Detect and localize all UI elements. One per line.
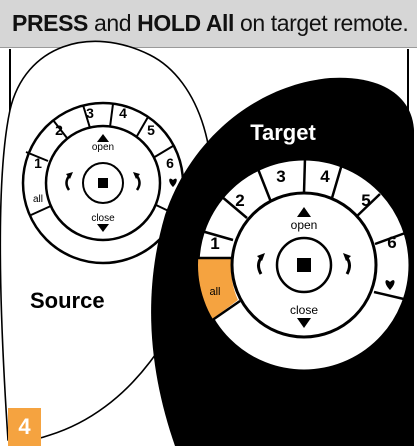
remote-illustration: 1 2 3 4 5 6 all open close Source Target — [0, 40, 414, 446]
target-key-open[interactable]: open — [291, 218, 318, 232]
target-wheel: 1 2 3 4 5 6 all open close — [196, 157, 412, 373]
source-label: Source — [30, 288, 105, 313]
source-key-all[interactable]: all — [33, 194, 43, 205]
source-key-5[interactable]: 5 — [147, 122, 155, 138]
target-key-all[interactable]: all — [209, 286, 220, 298]
target-key-2[interactable]: 2 — [235, 191, 244, 210]
source-key-3[interactable]: 3 — [86, 105, 94, 121]
source-key-1[interactable]: 1 — [34, 155, 42, 171]
source-key-4[interactable]: 4 — [119, 105, 127, 121]
instruction-panel: PRESS and HOLD All on target remote. 1 2… — [0, 0, 417, 446]
target-key-close[interactable]: close — [290, 303, 318, 317]
target-key-5[interactable]: 5 — [361, 191, 370, 210]
target-label: Target — [250, 120, 316, 145]
source-key-6[interactable]: 6 — [166, 155, 174, 171]
source-key-open[interactable]: open — [92, 142, 114, 153]
step-number-badge: 4 — [8, 408, 41, 446]
source-key-2[interactable]: 2 — [55, 122, 63, 138]
source-stop-icon — [98, 178, 108, 188]
target-stop-icon — [297, 258, 311, 272]
target-key-6[interactable]: 6 — [387, 233, 396, 252]
target-key-1[interactable]: 1 — [210, 234, 219, 253]
target-key-4[interactable]: 4 — [320, 167, 330, 186]
source-key-close[interactable]: close — [91, 213, 115, 224]
target-key-3[interactable]: 3 — [276, 167, 285, 186]
